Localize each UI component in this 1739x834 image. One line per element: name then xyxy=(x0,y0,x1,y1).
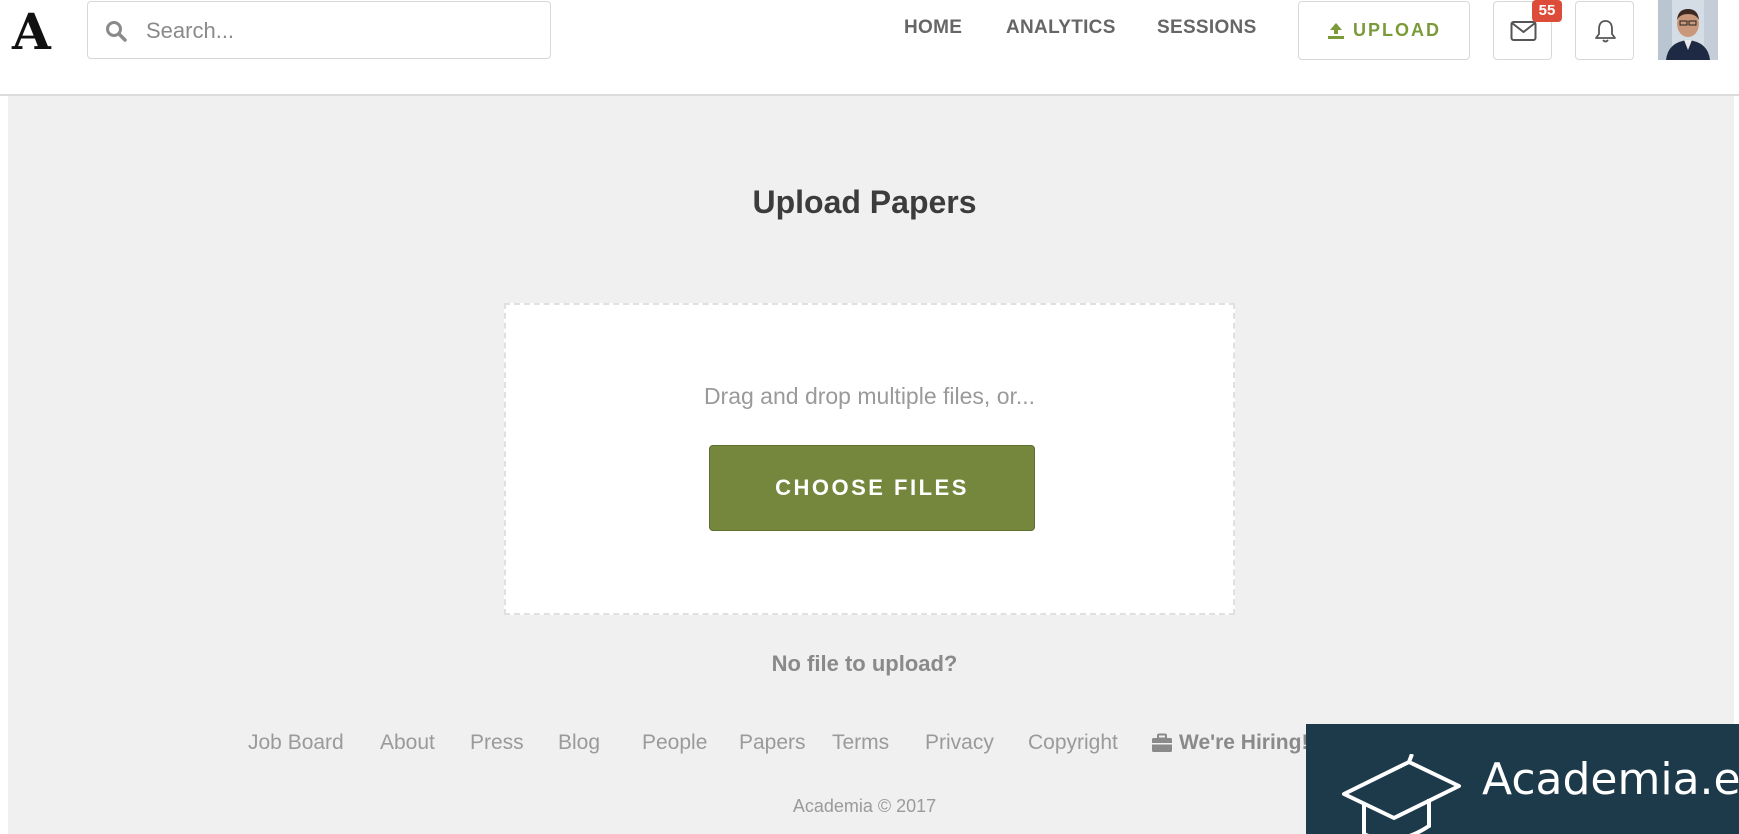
hiring-label: We're Hiring! xyxy=(1179,731,1309,754)
footer-link-privacy[interactable]: Privacy xyxy=(925,731,994,755)
search-icon xyxy=(106,21,127,42)
footer-link-copyright[interactable]: Copyright xyxy=(1028,731,1118,755)
search-box[interactable] xyxy=(87,1,551,59)
footer-link-blog[interactable]: Blog xyxy=(558,731,600,755)
nav-sessions[interactable]: SESSIONS xyxy=(1157,17,1257,39)
academia-banner[interactable]: Academia.e xyxy=(1306,724,1739,834)
no-file-link[interactable]: No file to upload? xyxy=(8,651,1721,677)
footer-link-about[interactable]: About xyxy=(380,731,435,755)
upload-button-label: UPLOAD xyxy=(1353,20,1441,40)
graduation-cap-icon xyxy=(1342,754,1461,834)
choose-files-button[interactable]: CHOOSE FILES xyxy=(709,445,1035,531)
search-input[interactable] xyxy=(144,12,534,50)
notifications-button[interactable] xyxy=(1575,1,1634,60)
top-header: A HOME ANALYTICS SESSIONS UPLOAD 55 xyxy=(0,0,1739,96)
footer-link-job-board[interactable]: Job Board xyxy=(248,731,344,755)
academia-logo[interactable]: A xyxy=(12,2,51,62)
banner-text: Academia.e xyxy=(1482,754,1739,805)
messages-count-badge: 55 xyxy=(1532,0,1562,22)
file-dropzone[interactable]: Drag and drop multiple files, or... CHOO… xyxy=(504,303,1235,615)
page-title: Upload Papers xyxy=(752,184,977,220)
footer-link-papers[interactable]: Papers xyxy=(739,731,806,755)
nav-home[interactable]: HOME xyxy=(904,17,962,39)
user-avatar[interactable] xyxy=(1658,0,1718,60)
upload-button[interactable]: UPLOAD xyxy=(1298,1,1470,60)
footer-link-terms[interactable]: Terms xyxy=(832,731,889,755)
briefcase-icon xyxy=(1152,733,1172,752)
footer-link-people[interactable]: People xyxy=(642,731,707,755)
upload-icon xyxy=(1328,22,1344,39)
footer-link-press[interactable]: Press xyxy=(470,731,524,755)
footer-link-hiring[interactable]: We're Hiring! xyxy=(1151,731,1308,755)
dropzone-hint: Drag and drop multiple files, or... xyxy=(703,383,1036,409)
nav-analytics[interactable]: ANALYTICS xyxy=(1006,17,1116,39)
user-avatar-photo xyxy=(1658,0,1718,60)
envelope-icon xyxy=(1510,21,1537,41)
bell-icon xyxy=(1595,20,1616,43)
